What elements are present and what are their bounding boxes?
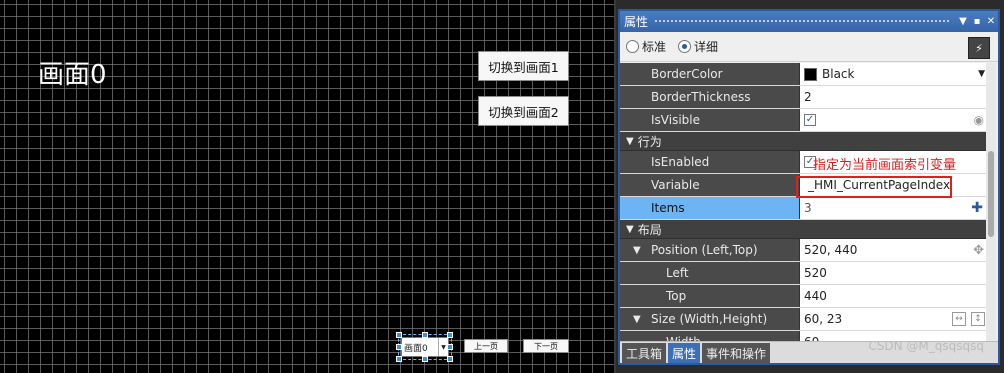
category-label: 行为 <box>637 134 662 149</box>
prop-value[interactable]: ✓ <box>800 151 988 173</box>
prop-row-is-visible[interactable]: IsVisible ✓ ◉ <box>620 109 988 132</box>
resize-handle[interactable] <box>422 332 428 338</box>
collapse-icon[interactable]: ▼ <box>633 314 641 325</box>
prop-value-text: 3 <box>804 201 812 215</box>
view-detail-label: 详细 <box>694 40 719 54</box>
vertical-scrollbar[interactable] <box>986 63 996 341</box>
properties-panel: 属性 ▼ ▪ ✕ 标准 详细 ⚡ BorderColor Black ▼ Bor… <box>618 9 1000 365</box>
color-swatch <box>804 67 817 81</box>
close-icon[interactable]: ✕ <box>984 16 998 27</box>
view-detail-radio[interactable]: 详细 <box>678 38 718 55</box>
prop-name: ▼ Position (Left,Top) <box>620 239 800 261</box>
resize-handle[interactable] <box>422 356 428 362</box>
radio-icon <box>678 40 692 53</box>
prop-row-position[interactable]: ▼ Position (Left,Top) 520, 440 ✥ <box>620 239 988 262</box>
prop-value[interactable]: 60, 23 ↔ ↕ <box>800 308 988 330</box>
prop-row-border-thickness[interactable]: BorderThickness 2 <box>620 86 988 109</box>
prop-name: IsEnabled <box>620 151 800 173</box>
watermark-text: CSDN @M_qsqsqsq <box>868 339 984 353</box>
prop-name: ▼ Size (Width,Height) <box>620 308 800 330</box>
category-layout[interactable]: ▼ 布局 <box>620 220 988 239</box>
annotation-highlight-box <box>796 176 952 198</box>
prop-row-left[interactable]: Left 520 <box>620 262 988 285</box>
prop-value[interactable]: 2 <box>800 86 988 108</box>
prop-row-items[interactable]: Items 3 ✚ <box>620 197 988 220</box>
drag-grip[interactable] <box>654 19 950 24</box>
resize-handle[interactable] <box>396 344 402 350</box>
tab-events-actions[interactable]: 事件和操作 <box>702 343 771 363</box>
prop-row-border-color[interactable]: BorderColor Black ▼ <box>620 63 988 86</box>
prop-value-text: 520, 440 <box>804 243 858 257</box>
pin-icon[interactable]: ▪ <box>970 16 984 27</box>
category-label: 布局 <box>637 222 662 237</box>
scrollbar-thumb[interactable] <box>988 151 994 237</box>
tab-toolbox[interactable]: 工具箱 <box>622 343 667 363</box>
dropdown-icon[interactable]: ▼ <box>956 16 970 27</box>
prop-name: Left <box>620 262 800 284</box>
eye-icon[interactable]: ◉ <box>974 113 984 127</box>
add-icon[interactable]: ✚ <box>971 200 983 216</box>
prop-value[interactable]: Black ▼ <box>800 63 988 85</box>
design-canvas[interactable]: 画面0 切换到画面1 切换到画面2 画面0 ▼ 上一页 下一页 <box>0 0 616 373</box>
prop-name-text: Size (Width,Height) <box>651 312 768 326</box>
collapse-icon[interactable]: ▼ <box>626 224 634 235</box>
panel-titlebar[interactable]: 属性 ▼ ▪ ✕ <box>620 11 998 32</box>
resize-handle[interactable] <box>447 344 453 350</box>
prop-value[interactable]: 3 ✚ <box>800 197 988 219</box>
prop-value-text: Black <box>822 67 855 81</box>
prop-name: BorderColor <box>620 63 800 85</box>
prop-name: Variable <box>620 174 800 196</box>
next-page-button[interactable]: 下一页 <box>523 339 569 353</box>
checkbox[interactable]: ✓ <box>804 114 816 126</box>
width-resize-icon[interactable]: ↔ <box>952 312 966 326</box>
checkbox[interactable]: ✓ <box>804 156 816 168</box>
collapse-icon[interactable]: ▼ <box>626 136 634 147</box>
prop-value[interactable]: 440 <box>800 285 988 307</box>
resize-handle[interactable] <box>447 356 453 362</box>
prev-page-button[interactable]: 上一页 <box>464 339 508 353</box>
category-behavior[interactable]: ▼ 行为 <box>620 132 988 151</box>
prop-name-text: Position (Left,Top) <box>651 243 758 257</box>
page-title: 画面0 <box>38 60 107 90</box>
prop-value-text: 60, 23 <box>804 312 843 326</box>
lightning-icon[interactable]: ⚡ <box>968 37 990 59</box>
prop-name: Width <box>620 331 800 341</box>
view-standard-label: 标准 <box>642 40 667 54</box>
prop-value[interactable]: 520, 440 ✥ <box>800 239 988 261</box>
prop-row-is-enabled[interactable]: IsEnabled ✓ <box>620 151 988 174</box>
view-standard-radio[interactable]: 标准 <box>626 38 666 55</box>
prop-row-top[interactable]: Top 440 <box>620 285 988 308</box>
switch-to-page1-button[interactable]: 切换到画面1 <box>478 51 569 81</box>
prop-value[interactable]: ✓ ◉ <box>800 109 988 131</box>
move-icon[interactable]: ✥ <box>973 243 984 258</box>
chevron-down-icon[interactable]: ▼ <box>978 69 985 79</box>
prop-row-size[interactable]: ▼ Size (Width,Height) 60, 23 ↔ ↕ <box>620 308 988 331</box>
prop-value[interactable]: 520 <box>800 262 988 284</box>
prop-name: BorderThickness <box>620 86 800 108</box>
collapse-icon[interactable]: ▼ <box>633 245 641 256</box>
view-mode-toolbar: 标准 详细 <box>620 32 998 62</box>
prop-name: Top <box>620 285 800 307</box>
switch-to-page2-button[interactable]: 切换到画面2 <box>478 96 569 126</box>
radio-icon <box>626 40 639 53</box>
height-resize-icon[interactable]: ↕ <box>971 312 985 326</box>
resize-handle[interactable] <box>396 332 402 338</box>
resize-handle[interactable] <box>396 356 402 362</box>
tab-properties[interactable]: 属性 <box>668 343 701 363</box>
panel-title: 属性 <box>624 15 649 29</box>
resize-handle[interactable] <box>447 332 453 338</box>
property-grid: BorderColor Black ▼ BorderThickness 2 Is… <box>620 63 988 341</box>
page-selector-combobox[interactable]: 画面0 ▼ <box>401 337 449 357</box>
prop-name: Items <box>620 197 800 219</box>
page-selector-value: 画面0 <box>404 343 428 354</box>
prop-name: IsVisible <box>620 109 800 131</box>
